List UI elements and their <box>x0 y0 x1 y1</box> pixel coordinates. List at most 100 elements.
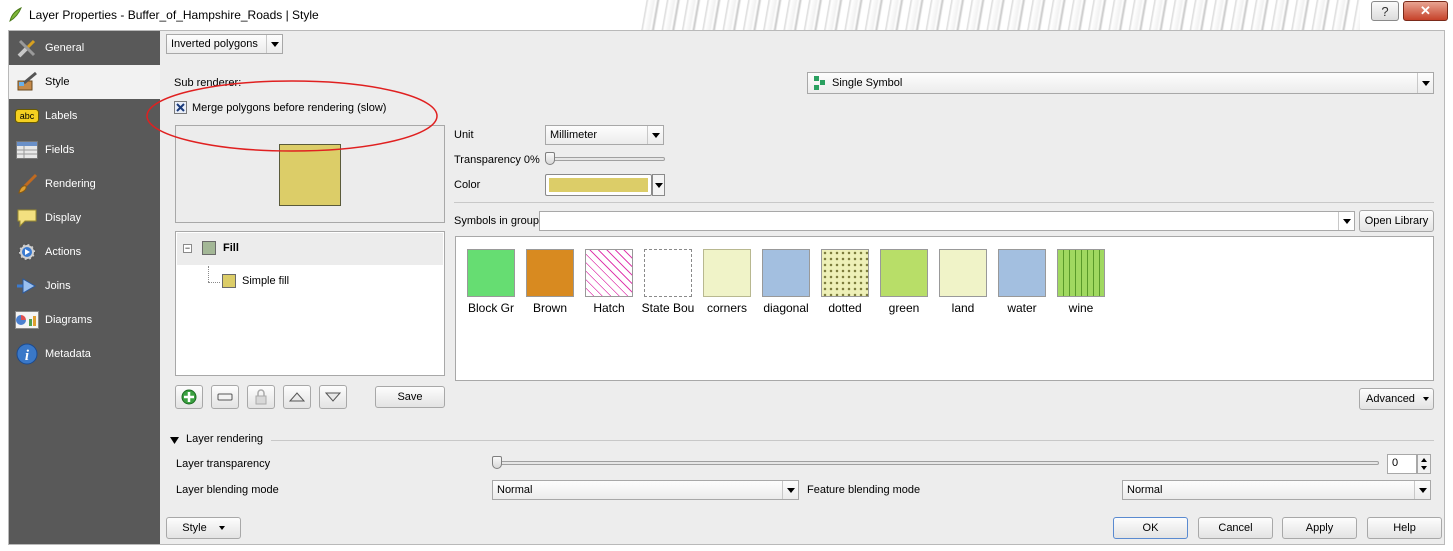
window-close-button[interactable]: ✕ <box>1403 1 1448 21</box>
sidebar-item-display[interactable]: Display <box>9 201 160 235</box>
save-symbol-button[interactable]: Save <box>375 386 445 408</box>
symbol-name: diagonal <box>763 301 809 315</box>
layer-blending-label: Layer blending mode <box>176 484 279 496</box>
remove-symbol-layer-button[interactable] <box>211 385 239 409</box>
window-help-button[interactable]: ? <box>1371 1 1399 21</box>
arrow-down-icon <box>325 392 341 402</box>
tree-row-fill[interactable]: − Fill <box>177 233 443 265</box>
sidebar-item-label: Joins <box>45 280 71 292</box>
lock-layer-button[interactable] <box>247 385 275 409</box>
cancel-button[interactable]: Cancel <box>1198 517 1273 539</box>
symbol-item[interactable]: Brown <box>522 249 578 315</box>
symbol-swatch <box>998 249 1046 297</box>
style-menu-button[interactable]: Style <box>166 517 241 539</box>
tree-row-simple-fill[interactable]: Simple fill <box>220 272 420 292</box>
collapse-section-icon[interactable] <box>170 434 179 444</box>
symbol-item[interactable]: land <box>935 249 991 315</box>
color-button[interactable] <box>545 174 652 196</box>
symbol-item[interactable]: green <box>876 249 932 315</box>
symbol-item[interactable]: wine <box>1053 249 1109 315</box>
symbol-swatch <box>1057 249 1105 297</box>
labels-icon: abc <box>15 105 39 127</box>
diagrams-icon <box>15 309 39 331</box>
layer-rendering-section-title: Layer rendering <box>186 433 264 445</box>
layer-transparency-slider[interactable] <box>492 461 1379 465</box>
symbols-group-select[interactable] <box>539 211 1355 231</box>
lock-icon <box>255 389 267 405</box>
sidebar-item-general[interactable]: General <box>9 31 160 65</box>
symbol-item[interactable]: diagonal <box>758 249 814 315</box>
actions-icon <box>15 241 39 263</box>
sidebar-item-joins[interactable]: Joins <box>9 269 160 303</box>
style-icon <box>15 71 39 93</box>
spin-arrows-icon <box>1421 458 1427 470</box>
advanced-button[interactable]: Advanced <box>1359 388 1434 410</box>
tree-root-label: Fill <box>223 242 239 254</box>
symbol-item[interactable]: State Bou <box>640 249 696 315</box>
symbol-name: dotted <box>828 301 862 315</box>
minus-icon <box>217 393 233 401</box>
layer-transparency-spinbox[interactable]: 0 <box>1387 454 1417 474</box>
divider <box>454 202 1434 203</box>
sidebar-item-label: Actions <box>45 246 82 258</box>
symbol-name: Brown <box>532 301 567 315</box>
sub-renderer-select[interactable]: Single Symbol <box>807 72 1434 94</box>
symbol-name: Block Gr <box>467 301 514 315</box>
symbol-swatch <box>467 249 515 297</box>
renderer-type-value: Inverted polygons <box>171 38 258 50</box>
symbol-swatch <box>821 249 869 297</box>
collapse-icon[interactable]: − <box>183 244 192 253</box>
symbol-name: wine <box>1068 301 1094 315</box>
fields-icon <box>15 139 39 161</box>
sidebar-item-diagrams[interactable]: Diagrams <box>9 303 160 337</box>
help-button[interactable]: Help <box>1367 517 1442 539</box>
color-swatch <box>549 178 648 192</box>
ok-button[interactable]: OK <box>1113 517 1188 539</box>
sidebar-item-style[interactable]: Style <box>9 65 160 99</box>
symbol-name: green <box>888 301 920 315</box>
sidebar-item-fields[interactable]: Fields <box>9 133 160 167</box>
feature-blending-select[interactable]: Normal <box>1122 480 1431 500</box>
spinbox-arrows[interactable] <box>1417 454 1431 474</box>
symbol-swatch <box>644 249 692 297</box>
qgis-app-icon <box>9 7 22 23</box>
sidebar-item-labels[interactable]: abc Labels <box>9 99 160 133</box>
symbol-item[interactable]: corners <box>699 249 755 315</box>
chevron-down-icon <box>218 526 225 530</box>
style-menu-label: Style <box>182 522 207 534</box>
symbol-swatch <box>939 249 987 297</box>
sidebar-item-metadata[interactable]: i Metadata <box>9 337 160 371</box>
symbol-item[interactable]: dotted <box>817 249 873 315</box>
move-up-button[interactable] <box>283 385 311 409</box>
svg-text:abc: abc <box>20 111 35 121</box>
unit-select[interactable]: Millimeter <box>545 125 664 145</box>
transparency-slider-handle[interactable] <box>545 152 555 165</box>
sidebar-item-label: Display <box>45 212 82 224</box>
sidebar-item-actions[interactable]: Actions <box>9 235 160 269</box>
symbol-name: corners <box>706 301 747 315</box>
symbol-swatch <box>880 249 928 297</box>
open-library-button[interactable]: Open Library <box>1359 210 1434 232</box>
apply-button[interactable]: Apply <box>1282 517 1357 539</box>
transparency-label: Transparency 0% <box>454 154 540 166</box>
joins-icon <box>15 275 39 297</box>
layer-blending-select[interactable]: Normal <box>492 480 799 500</box>
renderer-type-select[interactable]: Inverted polygons <box>166 34 283 54</box>
single-symbol-icon <box>814 76 825 90</box>
symbol-item[interactable]: water <box>994 249 1050 315</box>
sidebar-item-rendering[interactable]: Rendering <box>9 167 160 201</box>
transparency-slider[interactable] <box>545 157 665 161</box>
layer-transparency-slider-handle[interactable] <box>492 456 502 469</box>
sidebar-item-label: Labels <box>45 110 78 122</box>
chevron-down-icon <box>1417 73 1433 93</box>
symbol-name: water <box>1007 301 1037 315</box>
sidebar: General Style abc Labels Fields Renderin… <box>9 31 160 544</box>
move-down-button[interactable] <box>319 385 347 409</box>
general-icon <box>15 37 39 59</box>
add-symbol-layer-button[interactable] <box>175 385 203 409</box>
symbol-item[interactable]: Block Gr <box>463 249 519 315</box>
color-dropdown-button[interactable] <box>652 174 665 196</box>
rendering-icon <box>15 173 39 195</box>
chevron-down-icon <box>1414 481 1430 499</box>
symbol-item[interactable]: Hatch <box>581 249 637 315</box>
